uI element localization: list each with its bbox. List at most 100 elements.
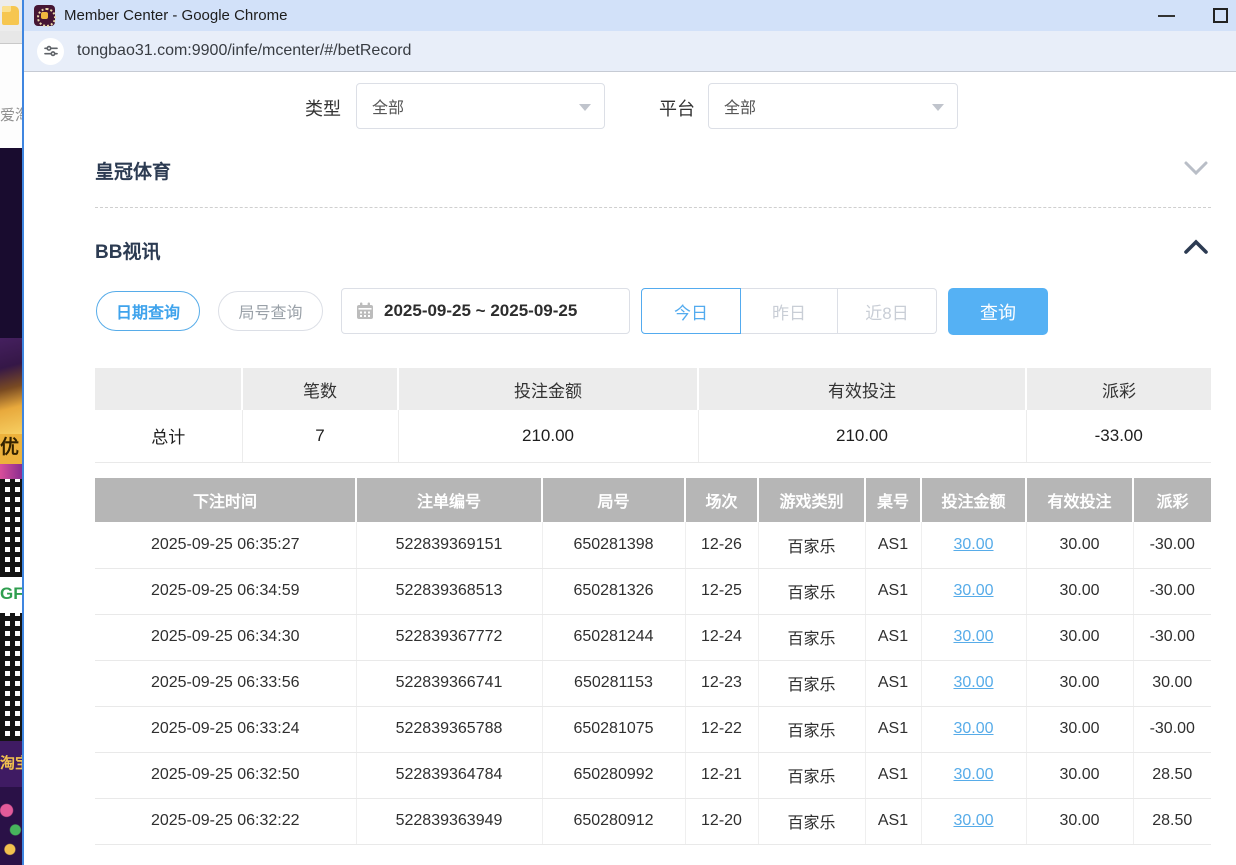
column-header: 注单编号 — [356, 478, 542, 522]
cell-slip: 522839363949 — [356, 798, 542, 844]
column-header: 游戏类别 — [758, 478, 865, 522]
cell-time: 2025-09-25 06:32:22 — [95, 798, 356, 844]
background-window-strip — [0, 0, 22, 31]
column-header: 下注时间 — [95, 478, 356, 522]
search-button[interactable]: 查询 — [948, 288, 1048, 335]
cell-valid: 30.00 — [1026, 660, 1133, 706]
type-select[interactable]: 全部 — [356, 83, 605, 129]
cell-bet: 30.00 — [921, 522, 1026, 568]
site-favicon-icon — [34, 5, 55, 26]
cell-session: 12-23 — [685, 660, 758, 706]
qr-code-image — [0, 613, 22, 741]
address-bar[interactable]: tongbao31.com:9900/infe/mcenter/#/betRec… — [24, 31, 1236, 72]
calendar-icon — [356, 302, 374, 320]
cell-round: 650281244 — [542, 614, 685, 660]
bet-amount-link[interactable]: 30.00 — [953, 582, 993, 599]
cell-valid: 30.00 — [1026, 614, 1133, 660]
cell-round: 650280992 — [542, 752, 685, 798]
cell-session: 12-25 — [685, 568, 758, 614]
date-query-button[interactable]: 日期查询 — [96, 291, 200, 331]
bet-amount-link[interactable]: 30.00 — [953, 720, 993, 737]
cell-slip: 522839364784 — [356, 752, 542, 798]
cell-round: 650281398 — [542, 522, 685, 568]
column-header: 有效投注 — [1026, 478, 1133, 522]
cell-bet: 30.00 — [921, 752, 1026, 798]
cell-table: AS1 — [865, 752, 921, 798]
cell-slip: 522839367772 — [356, 614, 542, 660]
bet-amount-link[interactable]: 30.00 — [953, 812, 993, 829]
cell-valid: 30.00 — [1026, 752, 1133, 798]
cell-session: 12-22 — [685, 706, 758, 752]
background-pink-stripe — [0, 464, 22, 479]
cell-payout: 30.00 — [1133, 660, 1211, 706]
background-text-strip: 爱淘 — [0, 44, 22, 148]
bet-record-table: 下注时间注单编号局号场次游戏类别桌号投注金额有效投注派彩 2025-09-25 … — [95, 478, 1211, 845]
folder-icon — [2, 6, 19, 25]
cell-round: 650281153 — [542, 660, 685, 706]
site-settings-icon[interactable] — [37, 38, 64, 65]
cell-time: 2025-09-25 06:34:30 — [95, 614, 356, 660]
bet-amount-link[interactable]: 30.00 — [953, 674, 993, 691]
cell-payout: -30.00 — [1133, 522, 1211, 568]
cell-game: 百家乐 — [758, 522, 865, 568]
cell-bet: 30.00 — [921, 660, 1026, 706]
cell-payout: -30.00 — [1133, 568, 1211, 614]
background-dark-strip — [0, 148, 22, 338]
summary-column-header — [95, 368, 242, 410]
summary-valid-bet: 210.00 — [698, 410, 1026, 462]
table-row: 2025-09-25 06:34:30522839367772650281244… — [95, 614, 1211, 660]
platform-label: 平台 — [659, 95, 695, 121]
bet-amount-link[interactable]: 30.00 — [953, 536, 993, 553]
table-row: 2025-09-25 06:33:24522839365788650281075… — [95, 706, 1211, 752]
date-range-picker[interactable]: 2025-09-25 ~ 2025-09-25 — [341, 288, 630, 334]
platform-select[interactable]: 全部 — [708, 83, 958, 129]
cell-game: 百家乐 — [758, 798, 865, 844]
summary-column-header: 笔数 — [242, 368, 398, 410]
cell-table: AS1 — [865, 614, 921, 660]
cell-bet: 30.00 — [921, 614, 1026, 660]
yesterday-button[interactable]: 昨日 — [741, 288, 838, 334]
chevron-down-icon[interactable] — [1183, 159, 1209, 182]
window-titlebar[interactable]: Member Center - Google Chrome — [24, 0, 1236, 31]
cell-time: 2025-09-25 06:34:59 — [95, 568, 356, 614]
cell-payout: 28.50 — [1133, 798, 1211, 844]
summary-count: 7 — [242, 410, 398, 462]
cell-slip: 522839369151 — [356, 522, 542, 568]
background-you-text: 优 — [0, 434, 22, 464]
background-shop-text: 淘宝 — [0, 741, 22, 787]
summary-total-row: 总计 7 210.00 210.00 -33.00 — [95, 410, 1211, 462]
column-header: 场次 — [685, 478, 758, 522]
cell-session: 12-26 — [685, 522, 758, 568]
summary-column-header: 投注金额 — [398, 368, 698, 410]
chevron-up-icon[interactable] — [1183, 238, 1209, 261]
cell-time: 2025-09-25 06:32:50 — [95, 752, 356, 798]
cell-game: 百家乐 — [758, 752, 865, 798]
background-partial-text: 爱淘 — [0, 107, 22, 124]
cell-game: 百家乐 — [758, 614, 865, 660]
table-row: 2025-09-25 06:32:50522839364784650280992… — [95, 752, 1211, 798]
maximize-icon[interactable] — [1213, 8, 1228, 23]
cell-session: 12-24 — [685, 614, 758, 660]
cell-game: 百家乐 — [758, 568, 865, 614]
date-range-value: 2025-09-25 ~ 2025-09-25 — [384, 301, 577, 321]
cell-valid: 30.00 — [1026, 568, 1133, 614]
bet-amount-link[interactable]: 30.00 — [953, 628, 993, 645]
cell-session: 12-21 — [685, 752, 758, 798]
minimize-icon[interactable] — [1158, 15, 1175, 17]
qr-code-image — [0, 479, 22, 577]
summary-column-header: 派彩 — [1026, 368, 1211, 410]
screen: 爱淘 优 GF 淘宝 Member Center - Google Chrome… — [0, 0, 1236, 865]
url-text[interactable]: tongbao31.com:9900/infe/mcenter/#/betRec… — [77, 42, 411, 60]
today-button[interactable]: 今日 — [641, 288, 741, 334]
cell-bet: 30.00 — [921, 798, 1026, 844]
background-figure-image — [0, 787, 22, 865]
cell-game: 百家乐 — [758, 706, 865, 752]
column-header: 派彩 — [1133, 478, 1211, 522]
column-header: 投注金额 — [921, 478, 1026, 522]
last8days-button[interactable]: 近8日 — [838, 288, 937, 334]
cell-valid: 30.00 — [1026, 798, 1133, 844]
round-query-button[interactable]: 局号查询 — [218, 291, 323, 331]
cell-bet: 30.00 — [921, 568, 1026, 614]
bet-amount-link[interactable]: 30.00 — [953, 766, 993, 783]
summary-header-row: 笔数投注金额有效投注派彩 — [95, 368, 1211, 410]
